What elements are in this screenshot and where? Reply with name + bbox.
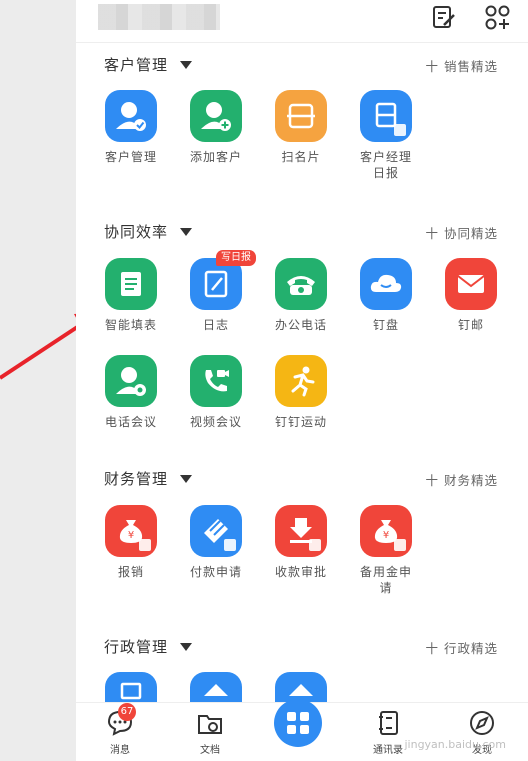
- section-header: 协同效率 十 协同精选: [76, 217, 528, 247]
- app-log[interactable]: 写日报 日志: [176, 250, 256, 333]
- caret-down-icon[interactable]: [180, 61, 192, 69]
- app-scan-card[interactable]: 扫名片: [261, 90, 341, 165]
- write-daily-badge: 写日报: [216, 250, 256, 266]
- app-label: 日志: [202, 318, 229, 332]
- app-phone-conference[interactable]: 电话会议: [91, 355, 171, 430]
- sub-badge: [309, 539, 321, 551]
- workbench-panel: 客户管理 十 销售精选 客户管理 添加客户 扫名片 客户经理日报 协同效率 十 …: [76, 0, 528, 761]
- app-label: 添加客户: [189, 150, 242, 164]
- app-reserve-fund[interactable]: ¥ 备用金申请: [346, 505, 426, 596]
- top-bar: [76, 0, 528, 43]
- app-video-conference[interactable]: 视频会议: [176, 355, 256, 430]
- caret-down-icon[interactable]: [180, 475, 192, 483]
- app-label: 钉盘: [372, 318, 399, 332]
- app-label: 电话会议: [104, 415, 157, 429]
- app-label: 智能填表: [104, 318, 157, 332]
- app-add-customer[interactable]: 添加客户: [176, 90, 256, 165]
- svg-text:¥: ¥: [383, 530, 389, 541]
- card-scan-icon: [275, 90, 327, 142]
- tab-label: 消息: [110, 745, 130, 756]
- unread-count-badge: 67: [118, 703, 136, 721]
- section-title[interactable]: 协同效率: [104, 221, 168, 242]
- svg-text:¥: ¥: [128, 530, 134, 541]
- contacts-icon: [379, 711, 398, 735]
- tab-messages[interactable]: 67 消息: [90, 703, 150, 761]
- app-label: 备用金申请: [359, 565, 412, 595]
- app-payment-request[interactable]: 付款申请: [176, 505, 256, 580]
- watermark-text: jingyan.baidu.com: [404, 738, 506, 751]
- app-label: 客户经理日报: [359, 150, 412, 180]
- section-title[interactable]: 客户管理: [104, 54, 168, 75]
- add-app-icon[interactable]: [484, 4, 512, 30]
- section-header: 财务管理 十 财务精选: [76, 464, 528, 494]
- app-label: 报销: [117, 565, 144, 579]
- mail-icon: [445, 258, 497, 310]
- app-office-phone[interactable]: 办公电话: [261, 258, 341, 333]
- app-label: 扫名片: [281, 150, 321, 164]
- reserve-fund-icon: ¥: [360, 505, 412, 557]
- form-icon: [105, 258, 157, 310]
- app-customer-management[interactable]: 客户管理: [91, 90, 171, 165]
- app-reimbursement[interactable]: ¥ 报销: [91, 505, 171, 580]
- edit-list-icon[interactable]: [430, 4, 458, 30]
- person-add-icon: [190, 90, 242, 142]
- payment-icon: [190, 505, 242, 557]
- app-receipt-approval[interactable]: 收款审批: [261, 505, 341, 580]
- section-more-link[interactable]: 十 财务精选: [426, 470, 498, 489]
- money-bag-icon: ¥: [105, 505, 157, 557]
- app-label: 收款审批: [274, 565, 327, 579]
- blurred-org-name: [98, 4, 220, 30]
- sub-badge: [224, 539, 236, 551]
- app-manager-daily[interactable]: 客户经理日报: [346, 90, 426, 181]
- log-icon: 写日报: [190, 250, 256, 310]
- section-title[interactable]: 行政管理: [104, 636, 168, 657]
- app-ding-mail[interactable]: 钉邮: [431, 258, 511, 333]
- conference-call-icon: [105, 355, 157, 407]
- app-label: 办公电话: [274, 318, 327, 332]
- app-label: 付款申请: [189, 565, 242, 579]
- section-more-link[interactable]: 十 行政精选: [426, 638, 498, 657]
- sub-badge: [139, 539, 151, 551]
- tab-label: 文档: [200, 745, 220, 756]
- tab-contacts[interactable]: 通讯录: [358, 703, 418, 761]
- app-ding-disk[interactable]: 钉盘: [346, 258, 426, 333]
- daily-report-icon: [360, 90, 412, 142]
- section-title[interactable]: 财务管理: [104, 468, 168, 489]
- compass-icon: [470, 711, 494, 735]
- video-call-icon: [190, 355, 242, 407]
- sub-badge: [394, 124, 406, 136]
- workbench-button[interactable]: [274, 699, 322, 747]
- tab-discover[interactable]: 发现: [452, 703, 512, 761]
- sub-badge: [394, 539, 406, 551]
- section-more-link[interactable]: 十 协同精选: [426, 223, 498, 242]
- running-icon: [275, 355, 327, 407]
- app-smart-form[interactable]: 智能填表: [91, 258, 171, 333]
- folder-icon: [198, 715, 222, 734]
- cloud-icon: [360, 258, 412, 310]
- section-header: 行政管理 十 行政精选: [76, 632, 528, 662]
- section-more-link[interactable]: 十 销售精选: [426, 56, 498, 75]
- apps-grid-icon: [287, 712, 309, 734]
- receive-icon: [275, 505, 327, 557]
- section-header: 客户管理 十 销售精选: [76, 50, 528, 80]
- app-label: 钉钉运动: [274, 415, 327, 429]
- bottom-tab-bar: 67 消息 文档 通讯录 发现 jingyan.baidu.com: [76, 699, 528, 761]
- caret-down-icon[interactable]: [180, 228, 192, 236]
- app-label: 客户管理: [104, 150, 157, 164]
- tab-documents[interactable]: 文档: [180, 703, 240, 761]
- app-label: 钉邮: [457, 318, 484, 332]
- app-label: 视频会议: [189, 415, 242, 429]
- caret-down-icon[interactable]: [180, 643, 192, 651]
- phone-icon: [275, 258, 327, 310]
- person-check-icon: [105, 90, 157, 142]
- app-ding-sport[interactable]: 钉钉运动: [261, 355, 341, 430]
